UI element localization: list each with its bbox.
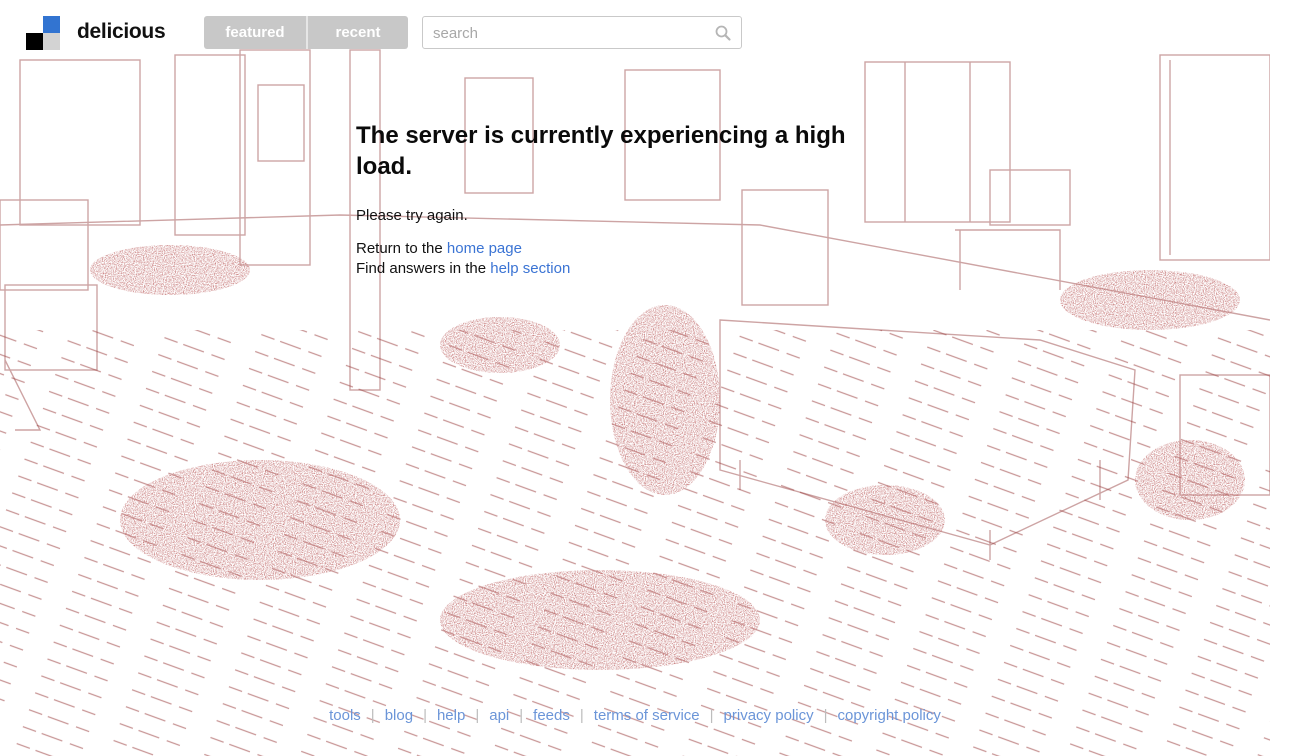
search-box: [422, 16, 742, 49]
tab-featured[interactable]: featured: [204, 16, 306, 49]
tab-recent[interactable]: recent: [306, 16, 408, 49]
help-section-link[interactable]: help section: [490, 260, 570, 277]
footer-link-privacy-policy[interactable]: privacy policy: [714, 707, 824, 724]
search-icon[interactable]: [714, 24, 732, 42]
footer-link-tools[interactable]: tools: [319, 707, 371, 724]
help-line: Find answers in the help section: [356, 259, 916, 279]
return-line: Return to the home page: [356, 239, 916, 259]
footer-link-feeds[interactable]: feeds: [523, 707, 580, 724]
footer-link-help[interactable]: help: [427, 707, 475, 724]
logo-gray-square: [43, 33, 60, 50]
logo-blue-square: [43, 16, 60, 33]
error-message-panel: The server is currently experiencing a h…: [356, 120, 916, 279]
return-prefix: Return to the: [356, 240, 443, 257]
page-title: The server is currently experiencing a h…: [356, 122, 846, 180]
home-page-link[interactable]: home page: [447, 240, 522, 257]
logo-black-square: [26, 33, 43, 50]
footer-link-terms-of-service[interactable]: terms of service: [584, 707, 710, 724]
nav-tabs: featured recent: [204, 16, 408, 49]
footer-link-api[interactable]: api: [479, 707, 519, 724]
delicious-logo[interactable]: [26, 16, 60, 50]
footer-link-blog[interactable]: blog: [375, 707, 423, 724]
retry-message: Please try again.: [356, 207, 468, 224]
search-input[interactable]: [433, 22, 703, 44]
footer-links: tools | blog | help | api | feeds | term…: [0, 703, 1270, 727]
right-edge-strip: [1270, 0, 1300, 756]
brand-name[interactable]: delicious: [77, 20, 166, 44]
header: delicious featured recent: [0, 0, 1300, 60]
background-office-sketch: [0, 49, 1271, 756]
help-links-block: Return to the home page Find answers in …: [356, 239, 916, 279]
help-prefix: Find answers in the: [356, 260, 487, 277]
footer-link-copyright-policy[interactable]: copyright policy: [827, 707, 950, 724]
